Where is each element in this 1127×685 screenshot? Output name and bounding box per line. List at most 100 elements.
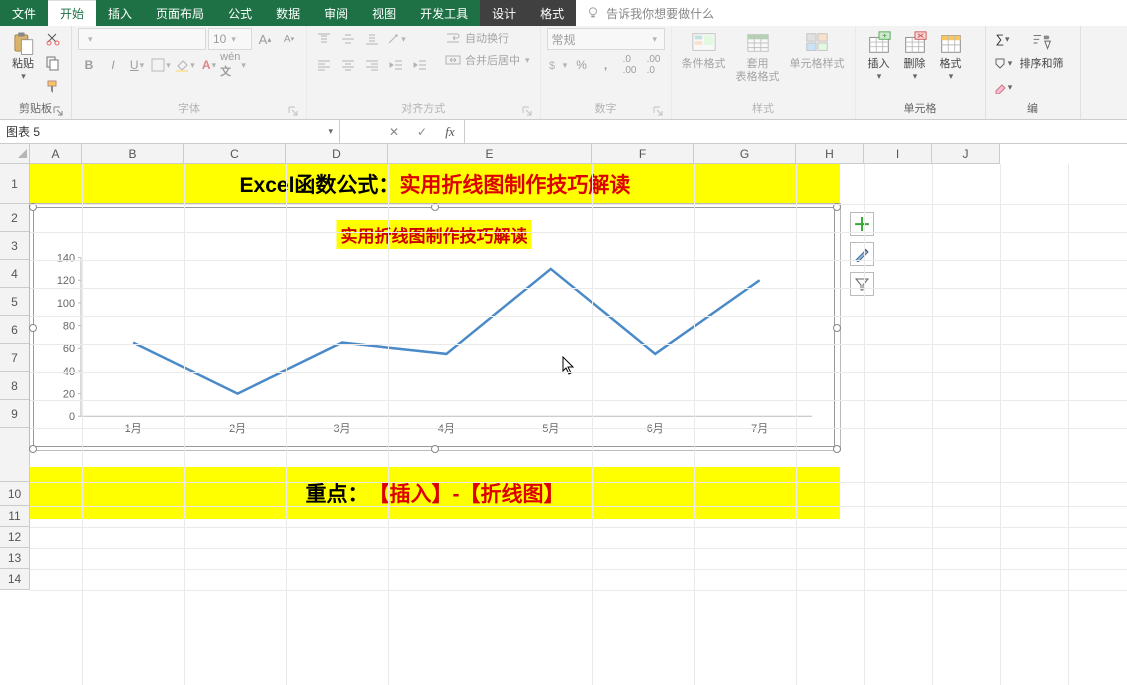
fill-color-button[interactable]: ▾ [174, 54, 196, 76]
clear-button[interactable]: ▾ [992, 76, 1014, 98]
align-bottom-button[interactable] [361, 28, 383, 50]
insert-cells-button[interactable]: 插入▾ [862, 28, 896, 84]
column-header[interactable]: G [694, 144, 796, 164]
paste-button[interactable]: 粘贴 ▾ [6, 28, 40, 84]
row-header[interactable]: 1 [0, 164, 30, 204]
row-header[interactable]: 4 [0, 260, 30, 288]
dialog-launcher-icon[interactable] [53, 106, 63, 116]
dialog-launcher-icon[interactable] [288, 106, 298, 116]
column-header[interactable]: I [864, 144, 932, 164]
font-family-combo[interactable]: ▾ [78, 28, 206, 50]
autosum-button[interactable]: ∑▾ [992, 28, 1014, 50]
format-as-table-button[interactable]: 套用 表格格式 [732, 28, 784, 86]
conditional-formatting-button[interactable]: 条件格式 [678, 28, 730, 73]
name-box[interactable]: 图表 5 ▾ [0, 120, 340, 143]
column-header[interactable]: A [30, 144, 82, 164]
tab-insert[interactable]: 插入 [96, 0, 144, 26]
row-header[interactable]: 8 [0, 372, 30, 400]
percent-format-button[interactable]: % [571, 54, 593, 76]
column-header[interactable]: D [286, 144, 388, 164]
orientation-button[interactable]: ▾ [385, 28, 407, 50]
tab-home[interactable]: 开始 [48, 0, 96, 26]
number-format-combo[interactable]: 常规▾ [547, 28, 665, 50]
row-header[interactable]: 5 [0, 288, 30, 316]
merge-center-button[interactable]: 合并后居中▾ [441, 50, 534, 70]
increase-font-button[interactable]: A▴ [254, 28, 276, 50]
align-right-button[interactable] [361, 54, 383, 76]
font-size-combo[interactable]: 10▾ [208, 28, 252, 50]
column-header[interactable]: C [184, 144, 286, 164]
cut-button[interactable] [42, 28, 64, 50]
chart-plot-area[interactable]: 0204060801001201401月2月3月4月5月6月7月 [34, 208, 834, 446]
decrease-font-button[interactable]: A▾ [278, 28, 300, 50]
row-header[interactable]: 13 [0, 548, 30, 569]
accounting-format-button[interactable]: $▾ [547, 54, 569, 76]
row-headers[interactable]: 1234567891011121314 [0, 164, 30, 590]
column-header[interactable]: J [932, 144, 1000, 164]
increase-indent-button[interactable] [409, 54, 431, 76]
align-center-button[interactable] [337, 54, 359, 76]
resize-handle-e[interactable] [833, 324, 841, 332]
resize-handle-s[interactable] [431, 445, 439, 453]
row-header[interactable]: 12 [0, 527, 30, 548]
chart-styles-button[interactable] [850, 242, 874, 266]
tab-data[interactable]: 数据 [264, 0, 312, 26]
formula-input[interactable] [465, 120, 1127, 143]
row-header[interactable]: 10 [0, 482, 30, 506]
tab-file[interactable]: 文件 [0, 0, 48, 26]
row-header[interactable]: 9 [0, 400, 30, 428]
worksheet[interactable]: ABCDEFGHIJ 1234567891011121314 Excel函数公式… [0, 144, 1127, 685]
cell-styles-button[interactable]: 单元格样式 [786, 28, 849, 73]
row-header[interactable]: 7 [0, 344, 30, 372]
row-header[interactable]: 2 [0, 204, 30, 232]
tab-formulas[interactable]: 公式 [216, 0, 264, 26]
underline-button[interactable]: U▾ [126, 54, 148, 76]
select-all-corner[interactable] [0, 144, 30, 164]
format-cells-button[interactable]: 格式▾ [934, 28, 968, 84]
column-header[interactable]: H [796, 144, 864, 164]
delete-cells-button[interactable]: 删除▾ [898, 28, 932, 84]
align-left-button[interactable] [313, 54, 335, 76]
resize-handle-se[interactable] [833, 445, 841, 453]
decrease-indent-button[interactable] [385, 54, 407, 76]
sort-filter-button[interactable]: 排序和筛 [1016, 28, 1068, 73]
row-header[interactable]: 3 [0, 232, 30, 260]
dialog-launcher-icon[interactable] [653, 106, 663, 116]
copy-button[interactable] [42, 52, 64, 74]
chevron-down-icon[interactable]: ▾ [327, 126, 333, 137]
font-color-button[interactable]: A▾ [198, 54, 220, 76]
column-header[interactable]: B [82, 144, 184, 164]
resize-handle-sw[interactable] [29, 445, 37, 453]
column-headers[interactable]: ABCDEFGHIJ [30, 144, 1000, 164]
tab-chart-design[interactable]: 设计 [480, 0, 528, 26]
align-middle-button[interactable] [337, 28, 359, 50]
row-header[interactable]: 6 [0, 316, 30, 344]
dialog-launcher-icon[interactable] [522, 106, 532, 116]
increase-decimal-button[interactable]: .0.00 [619, 54, 641, 76]
align-top-button[interactable] [313, 28, 335, 50]
tab-review[interactable]: 审阅 [312, 0, 360, 26]
wrap-text-button[interactable]: 自动换行 [441, 28, 534, 48]
format-painter-button[interactable] [42, 76, 64, 98]
chart-filters-button[interactable] [850, 272, 874, 296]
comma-format-button[interactable]: , [595, 54, 617, 76]
decrease-decimal-button[interactable]: .00.0 [643, 54, 665, 76]
tab-page-layout[interactable]: 页面布局 [144, 0, 216, 26]
fill-button[interactable]: ▾ [992, 52, 1014, 74]
row-header[interactable]: 11 [0, 506, 30, 527]
tab-developer[interactable]: 开发工具 [408, 0, 480, 26]
tell-me-search[interactable]: 告诉我你想要做什么 [576, 0, 1127, 26]
border-button[interactable]: ▾ [150, 54, 172, 76]
column-header[interactable]: F [592, 144, 694, 164]
row-header[interactable]: 14 [0, 569, 30, 590]
insert-function-button[interactable]: fx [436, 120, 464, 143]
column-header[interactable]: E [388, 144, 592, 164]
phonetic-button[interactable]: wén文▾ [222, 54, 244, 76]
enter-formula-button[interactable]: ✓ [408, 120, 436, 143]
bold-button[interactable]: B [78, 54, 100, 76]
cancel-formula-button[interactable]: ✕ [380, 120, 408, 143]
tab-view[interactable]: 视图 [360, 0, 408, 26]
row-header[interactable] [0, 428, 30, 482]
cells-area[interactable]: Excel函数公式：实用折线图制作技巧解读 重点：【插入】-【折线图】 实用折线… [30, 164, 1127, 685]
resize-handle-w[interactable] [29, 324, 37, 332]
